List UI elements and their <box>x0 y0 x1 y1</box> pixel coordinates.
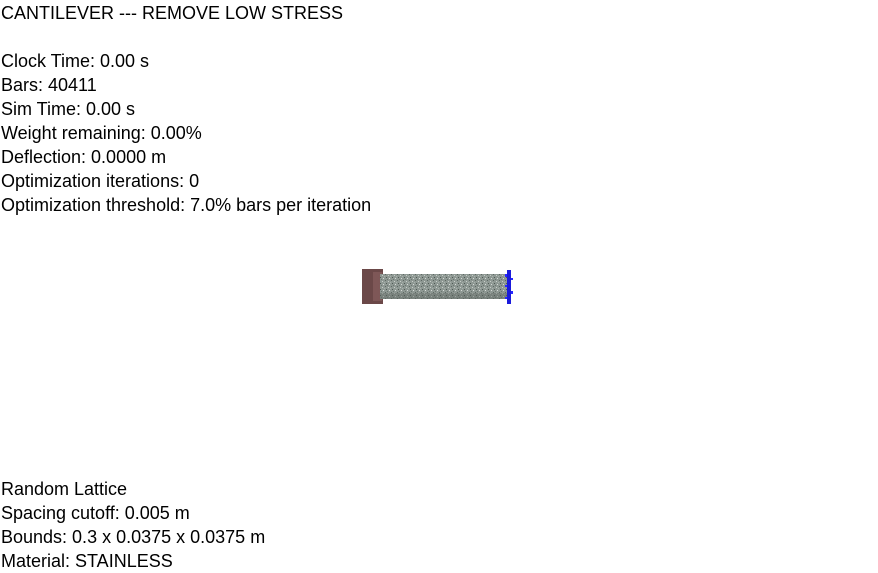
load-end-nodes <box>505 270 513 304</box>
material-readout: Material: STAINLESS <box>1 551 173 571</box>
bar-count-readout: Bars: 40411 <box>1 75 97 95</box>
lattice-beam-shadow <box>380 293 510 299</box>
optimization-iterations-readout: Optimization iterations: 0 <box>1 171 200 191</box>
page-title: CANTILEVER --- REMOVE LOW STRESS <box>1 3 344 23</box>
optimization-threshold-readout: Optimization threshold: 7.0% bars per it… <box>1 195 372 215</box>
deflection-readout: Deflection: 0.0000 m <box>1 147 167 167</box>
simulation-viewport[interactable] <box>355 262 520 310</box>
cantilever-lattice-model <box>362 269 513 304</box>
weight-remaining-readout: Weight remaining: 0.00% <box>1 123 202 143</box>
clock-time-readout: Clock Time: 0.00 s <box>1 51 150 71</box>
spacing-cutoff-readout: Spacing cutoff: 0.005 m <box>1 503 190 523</box>
sim-time-readout: Sim Time: 0.00 s <box>1 99 136 119</box>
bounds-readout: Bounds: 0.3 x 0.0375 x 0.0375 m <box>1 527 266 547</box>
lattice-type-label: Random Lattice <box>1 479 128 499</box>
